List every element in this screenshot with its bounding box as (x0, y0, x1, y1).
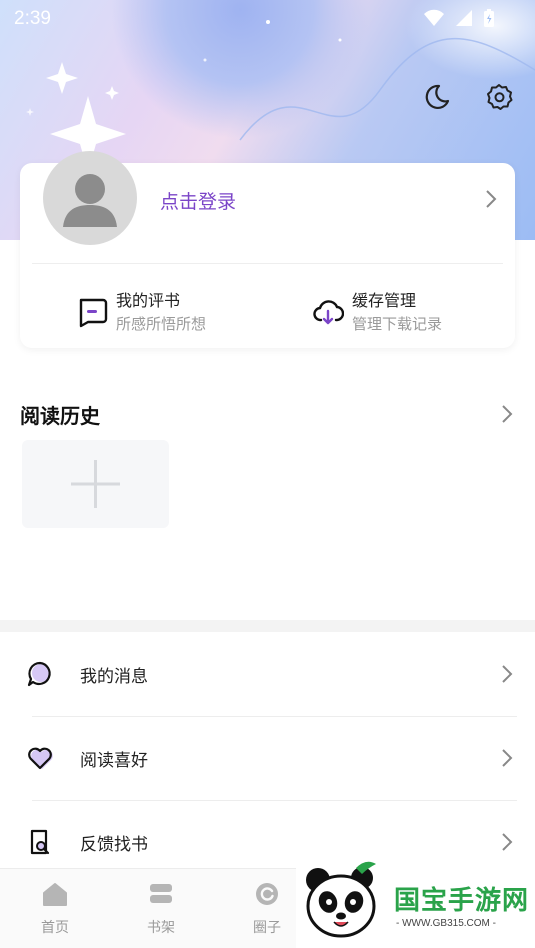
bookshelf-icon (150, 884, 172, 903)
battery-icon (484, 9, 494, 27)
panda-logo-icon (306, 861, 376, 938)
menu-label: 阅读喜好 (80, 751, 148, 771)
my-reviews-entry[interactable]: 我的评书 所感所悟所想 (76, 290, 206, 336)
section-separator (0, 620, 535, 632)
reading-history-title: 阅读历史 (20, 404, 100, 428)
menu-item-my-messages[interactable]: 我的消息 (0, 632, 535, 716)
tab-label: 首页 (41, 920, 69, 936)
watermark-brand: 国宝手游网 (394, 886, 530, 916)
signal-icon (456, 10, 472, 26)
moon-icon[interactable] (421, 82, 451, 112)
plus-icon (71, 460, 120, 508)
my-reviews-subtitle: 所感所悟所想 (116, 315, 207, 333)
cache-management-title: 缓存管理 (352, 291, 417, 310)
tab-bookshelf[interactable]: 书架 (131, 881, 191, 937)
status-time: 2:39 (14, 8, 51, 29)
divider (32, 263, 503, 264)
cache-management-entry[interactable]: 缓存管理 管理下载记录 (312, 290, 442, 336)
cache-management-subtitle: 管理下载记录 (352, 315, 443, 333)
chevron-right-icon (502, 749, 513, 767)
message-bubble-icon (27, 661, 51, 687)
chevron-right-icon[interactable] (501, 404, 513, 424)
default-avatar-icon (63, 174, 117, 227)
tab-home[interactable]: 首页 (25, 881, 85, 937)
search-book-icon (30, 829, 50, 855)
tab-label: 书架 (147, 920, 175, 936)
wifi-icon (424, 9, 444, 26)
chevron-right-icon (502, 665, 513, 683)
status-bar: 2:39 (0, 0, 535, 40)
tab-label: 圈子 (253, 920, 281, 936)
watermark-url: - WWW.GB315.COM - (396, 918, 496, 929)
profile-card: 点击登录 我的评书 所感所悟所想 缓存管理 管理下载记录 (20, 151, 515, 348)
gear-icon[interactable] (484, 82, 514, 112)
chevron-right-icon (502, 833, 513, 851)
avatar[interactable] (43, 151, 137, 245)
tab-circle[interactable]: 圈子 (237, 881, 297, 937)
my-reviews-title: 我的评书 (116, 291, 181, 310)
status-icons (423, 8, 495, 28)
chevron-right-icon[interactable] (485, 189, 497, 209)
watermark: 国宝手游网 - WWW.GB315.COM - (296, 858, 535, 948)
menu-item-reading-preference[interactable]: 阅读喜好 (0, 716, 535, 800)
add-history-button[interactable] (22, 440, 169, 528)
heart-icon (28, 747, 53, 770)
cloud-download-icon (313, 300, 344, 325)
home-icon (43, 883, 67, 906)
menu-label: 我的消息 (80, 667, 148, 687)
comment-box-icon (79, 298, 108, 328)
circle-icon (256, 883, 278, 905)
menu-label: 反馈找书 (80, 835, 148, 855)
login-link[interactable]: 点击登录 (160, 187, 236, 214)
